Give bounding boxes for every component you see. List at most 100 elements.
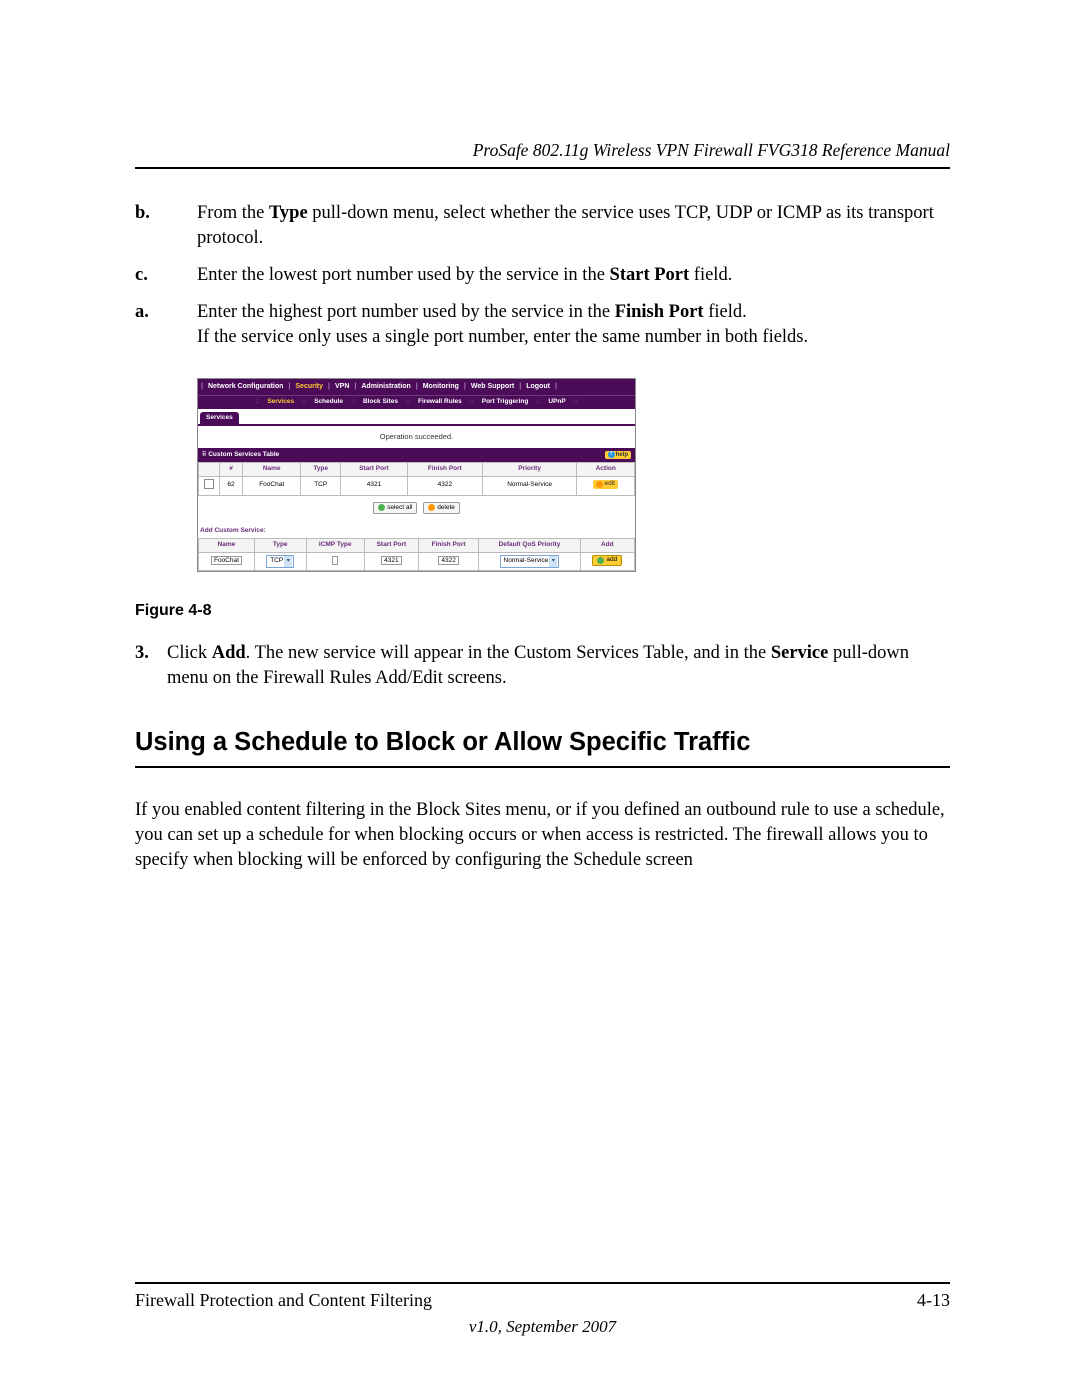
step-a-pre: Enter the highest port number used by th…	[197, 302, 615, 322]
menu-separator-icon: |	[351, 382, 359, 391]
step3-bold1: Add	[212, 643, 246, 663]
menu-separator-icon: |	[552, 382, 560, 391]
section-heading: Using a Schedule to Block or Allow Speci…	[135, 725, 950, 767]
add-col-icmp: ICMP Type	[306, 538, 364, 552]
step-a-bold: Finish Port	[615, 302, 704, 322]
add-col-finish: Finish Port	[418, 538, 478, 552]
menu-separator-icon: |	[325, 382, 333, 391]
step-c-label: c.	[135, 263, 197, 288]
step-a-label: a.	[135, 300, 197, 350]
nav-logout[interactable]: Logout	[524, 382, 552, 391]
step-a-text: Enter the highest port number used by th…	[197, 300, 950, 350]
step-b: b. From the Type pull-down menu, select …	[135, 201, 950, 251]
nav-administration[interactable]: Administration	[359, 382, 412, 391]
footer-chapter-title: Firewall Protection and Content Filterin…	[135, 1290, 432, 1311]
subnav-label: Port Triggering	[482, 398, 529, 405]
row-checkbox[interactable]	[204, 479, 214, 489]
tab-services[interactable]: Services	[200, 412, 239, 424]
step-b-text: From the Type pull-down menu, select whe…	[197, 201, 950, 251]
col-action: Action	[577, 462, 635, 476]
col-name: Name	[243, 462, 301, 476]
edit-button[interactable]: edit	[593, 480, 617, 489]
step3-bold2: Service	[771, 643, 829, 663]
qos-select[interactable]: Normal-Service	[500, 555, 560, 568]
step-c-post: field.	[689, 265, 732, 285]
custom-services-table: # Name Type Start Port Finish Port Prior…	[198, 462, 635, 496]
footer-page-number: 4-13	[917, 1290, 950, 1311]
add-custom-service-heading: Add Custom Service:	[198, 525, 635, 538]
select-all-button[interactable]: select all	[373, 502, 417, 515]
nav-network-configuration[interactable]: Network Configuration	[206, 382, 285, 391]
help-label: help	[616, 451, 628, 459]
nav-web-support[interactable]: Web Support	[469, 382, 516, 391]
primary-menu: | Network Configuration | Security | VPN…	[198, 379, 635, 395]
section-bullet-icon: ⠿	[202, 452, 206, 458]
edit-icon	[596, 481, 603, 488]
menu-separator-icon: |	[198, 382, 206, 391]
body-paragraph: If you enabled content filtering in the …	[135, 798, 950, 873]
check-icon	[378, 504, 385, 511]
subnav-schedule[interactable]: Schedule	[309, 398, 348, 407]
name-input[interactable]: FooChat	[211, 556, 242, 565]
step-3-num: 3.	[135, 641, 167, 691]
figure-caption: Figure 4-8	[135, 600, 950, 622]
step-3: 3. Click Add. The new service will appea…	[135, 641, 950, 691]
row-start-value: 4321	[341, 476, 408, 495]
row-name-value: FooChat	[243, 476, 301, 495]
edit-label: edit	[604, 480, 614, 489]
subnav-label: Schedule	[314, 398, 343, 405]
add-col-qos: Default QoS Priority	[479, 538, 580, 552]
menu-separator-icon: |	[413, 382, 421, 391]
type-select[interactable]: TCP	[266, 555, 294, 568]
finish-port-input[interactable]: 4322	[438, 556, 458, 565]
step-b-post: pull-down menu, select whether the servi…	[197, 203, 934, 248]
step-a-post: field.	[704, 302, 747, 322]
col-priority: Priority	[482, 462, 577, 476]
subnav-services[interactable]: Services	[262, 398, 299, 407]
add-custom-service-table: Name Type ICMP Type Start Port Finish Po…	[198, 538, 635, 571]
col-start-port: Start Port	[341, 462, 408, 476]
help-button[interactable]: ? help	[605, 451, 631, 459]
row-type-value: TCP	[301, 476, 341, 495]
nav-label: Network Configuration	[208, 382, 283, 391]
subnav-firewall-rules[interactable]: Firewall Rules	[413, 398, 467, 407]
subnav-block-sites[interactable]: Block Sites	[358, 398, 403, 407]
menu-separator-icon: |	[461, 382, 469, 391]
nav-security[interactable]: Security	[293, 382, 325, 391]
help-icon: ?	[608, 451, 615, 458]
status-message: Operation succeeded.	[198, 426, 635, 448]
tab-bar: Services	[198, 409, 635, 426]
step-b-label: b.	[135, 201, 197, 251]
icmp-type-input[interactable]	[332, 556, 338, 565]
menu-dot-icon: ::	[252, 398, 262, 406]
row-num-value: 62	[220, 476, 243, 495]
menu-separator-icon: |	[516, 382, 524, 391]
figure-container: | Network Configuration | Security | VPN…	[197, 378, 950, 572]
menu-dot-icon: ::	[571, 398, 581, 406]
subnav-label: Firewall Rules	[418, 398, 462, 405]
start-port-input[interactable]: 4321	[381, 556, 401, 565]
add-button[interactable]: add	[592, 555, 622, 566]
delete-button[interactable]: delete	[423, 502, 460, 515]
step-a: a. Enter the highest port number used by…	[135, 300, 950, 350]
add-col-add: Add	[580, 538, 634, 552]
nav-label: Logout	[526, 382, 550, 391]
row-priority-value: Normal-Service	[482, 476, 577, 495]
subnav-upnp[interactable]: UPnP	[543, 398, 570, 407]
step-c-text: Enter the lowest port number used by the…	[197, 263, 950, 288]
router-ui-screenshot: | Network Configuration | Security | VPN…	[197, 378, 636, 572]
col-type: Type	[301, 462, 341, 476]
subnav-port-triggering[interactable]: Port Triggering	[477, 398, 534, 407]
nav-vpn[interactable]: VPN	[333, 382, 351, 391]
step3-pre: Click	[167, 643, 212, 663]
table-row: 62 FooChat TCP 4321 4322 Normal-Service …	[199, 476, 635, 495]
nav-monitoring[interactable]: Monitoring	[421, 382, 461, 391]
subnav-label: UPnP	[548, 398, 565, 405]
menu-dot-icon: ::	[533, 398, 543, 406]
step-b-bold: Type	[269, 203, 308, 223]
secondary-menu: :: Services :: Schedule :: Block Sites :…	[198, 395, 635, 409]
col-checkbox	[199, 462, 220, 476]
step-3-text: Click Add. The new service will appear i…	[167, 641, 950, 691]
step-a-line2: If the service only uses a single port n…	[197, 327, 808, 347]
nav-label: Web Support	[471, 382, 514, 391]
